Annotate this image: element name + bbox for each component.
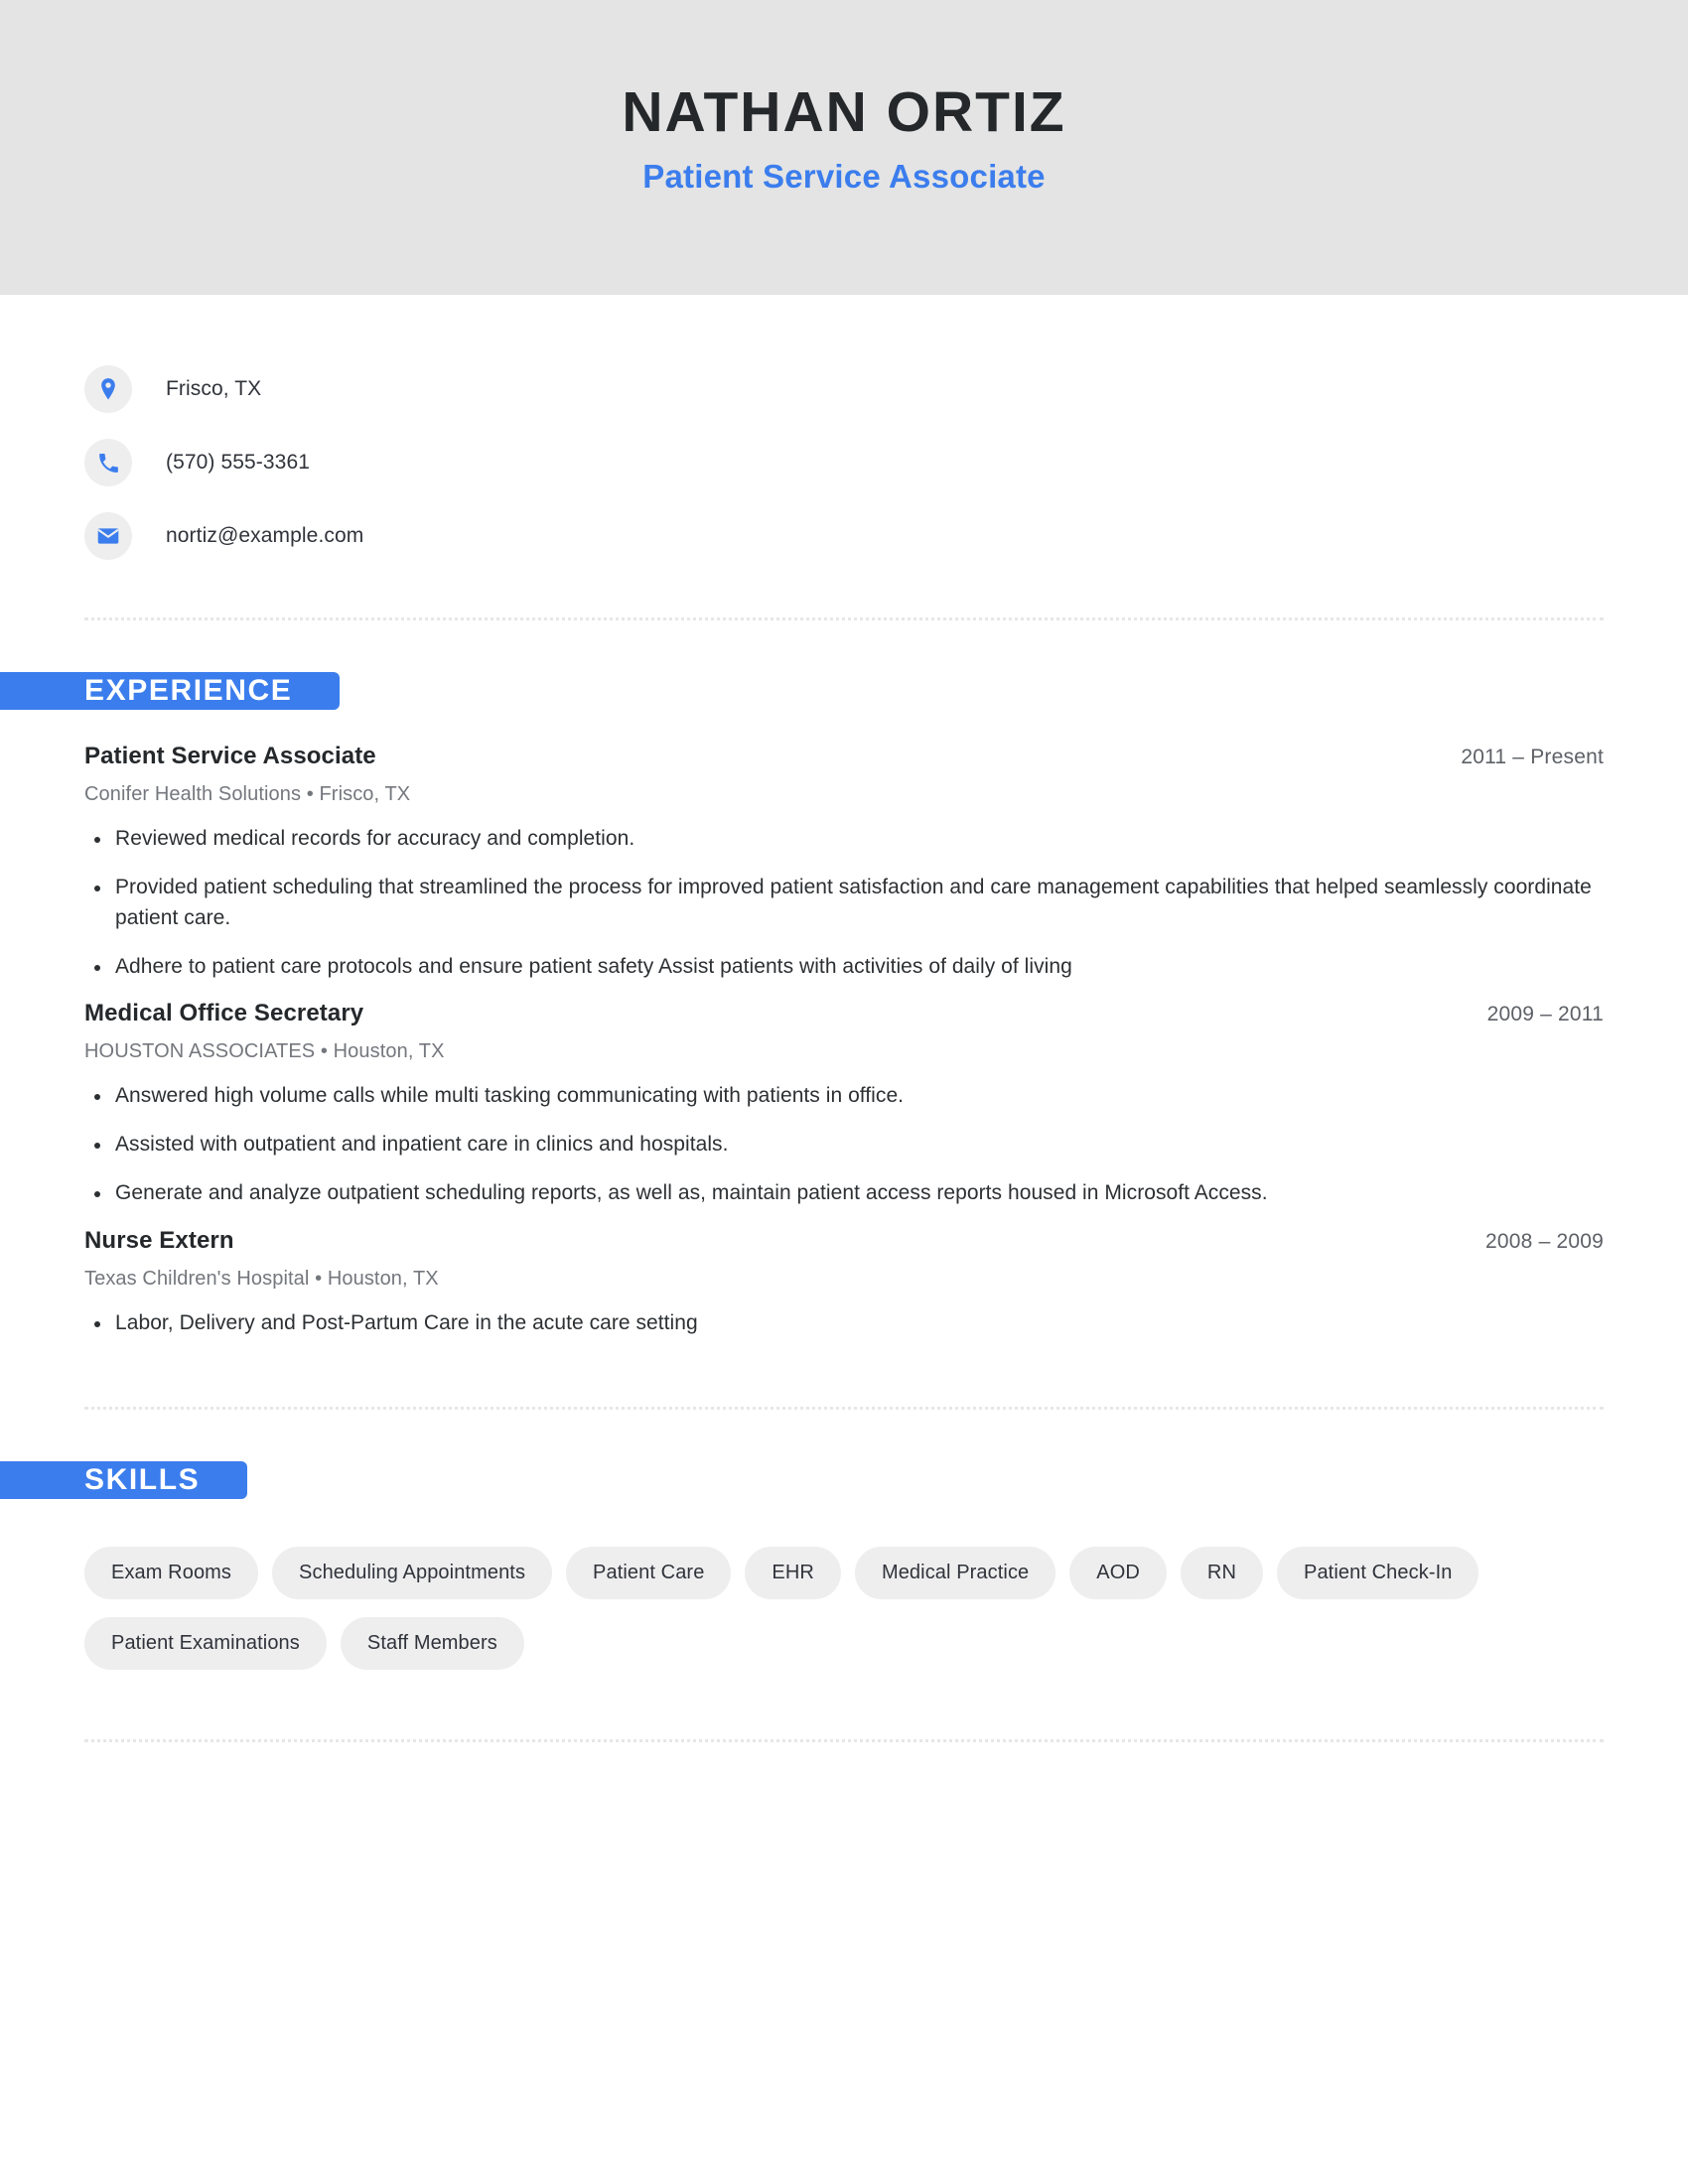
- experience-bullet: Labor, Delivery and Post-Partum Care in …: [84, 1308, 1604, 1339]
- contact-item-email: nortiz@example.com: [84, 499, 1604, 573]
- location-pin-icon: [84, 365, 132, 413]
- skill-chip: Staff Members: [340, 1616, 524, 1670]
- skill-chip: Medical Practice: [854, 1546, 1056, 1599]
- experience-bullet-list: Labor, Delivery and Post-Partum Care in …: [84, 1308, 1604, 1339]
- experience-date-range: 2009 – 2011: [1486, 1003, 1604, 1026]
- experience-bullet: Assisted with outpatient and inpatient c…: [84, 1130, 1604, 1160]
- experience-company-location: Conifer Health Solutions • Frisco, TX: [84, 783, 411, 805]
- contact-phone-text: (570) 555-3361: [166, 451, 311, 474]
- experience-section: EXPERIENCE: [0, 620, 1604, 710]
- skill-chip: Scheduling Appointments: [272, 1546, 553, 1599]
- skills-chip-list: Exam Rooms Scheduling Appointments Patie…: [84, 1546, 1574, 1670]
- section-heading-skills: SKILLS: [0, 1460, 248, 1499]
- experience-entry: Nurse Extern 2008 – 2009 Texas Children'…: [84, 1227, 1604, 1339]
- skill-chip: Patient Care: [566, 1546, 732, 1599]
- skill-chip: Patient Check-In: [1277, 1546, 1479, 1599]
- experience-bullet: Adhere to patient care protocols and ens…: [84, 952, 1604, 983]
- skill-chip: AOD: [1069, 1546, 1167, 1599]
- skill-chip: Patient Examinations: [84, 1616, 327, 1670]
- section-heading-experience: EXPERIENCE: [0, 672, 341, 710]
- experience-bullet-list: Answered high volume calls while multi t…: [84, 1081, 1604, 1209]
- email-icon: [84, 512, 132, 560]
- experience-date-range: 2008 – 2009: [1485, 1230, 1604, 1254]
- experience-job-title: Medical Office Secretary: [84, 1000, 364, 1027]
- skill-chip: RN: [1180, 1546, 1264, 1599]
- experience-list: Patient Service Associate 2011 – Present…: [84, 743, 1604, 1339]
- divider-after-skills: [84, 1738, 1604, 1742]
- page-title: NATHAN ORTIZ: [622, 80, 1066, 145]
- experience-job-title: Patient Service Associate: [84, 743, 376, 769]
- phone-icon: [84, 439, 132, 486]
- skills-section: SKILLS: [0, 1410, 1604, 1499]
- experience-entry-header: Nurse Extern 2008 – 2009: [84, 1227, 1604, 1255]
- experience-entry-header: Medical Office Secretary 2009 – 2011: [84, 1000, 1604, 1027]
- experience-bullet: Answered high volume calls while multi t…: [84, 1081, 1604, 1112]
- experience-entry-header: Patient Service Associate 2011 – Present: [84, 743, 1604, 770]
- skill-chip: EHR: [745, 1546, 841, 1599]
- contact-email-text: nortiz@example.com: [166, 524, 364, 547]
- contact-location-text: Frisco, TX: [166, 377, 262, 400]
- experience-bullet-list: Reviewed medical records for accuracy an…: [84, 824, 1604, 982]
- experience-bullet: Generate and analyze outpatient scheduli…: [84, 1178, 1604, 1209]
- experience-entry: Medical Office Secretary 2009 – 2011 HOU…: [84, 1000, 1604, 1209]
- experience-company-location: Texas Children's Hospital • Houston, TX: [84, 1268, 439, 1291]
- experience-bullet: Provided patient scheduling that streaml…: [84, 873, 1604, 934]
- experience-entry: Patient Service Associate 2011 – Present…: [84, 743, 1604, 982]
- experience-bullet: Reviewed medical records for accuracy an…: [84, 824, 1604, 855]
- skill-chip: Exam Rooms: [84, 1546, 259, 1599]
- job-title-subtitle: Patient Service Associate: [642, 157, 1046, 195]
- resume-header: NATHAN ORTIZ Patient Service Associate: [0, 0, 1688, 295]
- contact-item-location: Frisco, TX: [84, 352, 1604, 426]
- experience-company-location: HOUSTON ASSOCIATES • Houston, TX: [84, 1040, 445, 1063]
- contact-block: Frisco, TX (570) 555-3361 nortiz@example…: [84, 295, 1604, 573]
- experience-job-title: Nurse Extern: [84, 1227, 234, 1255]
- contact-item-phone: (570) 555-3361: [84, 426, 1604, 499]
- experience-date-range: 2011 – Present: [1461, 746, 1604, 768]
